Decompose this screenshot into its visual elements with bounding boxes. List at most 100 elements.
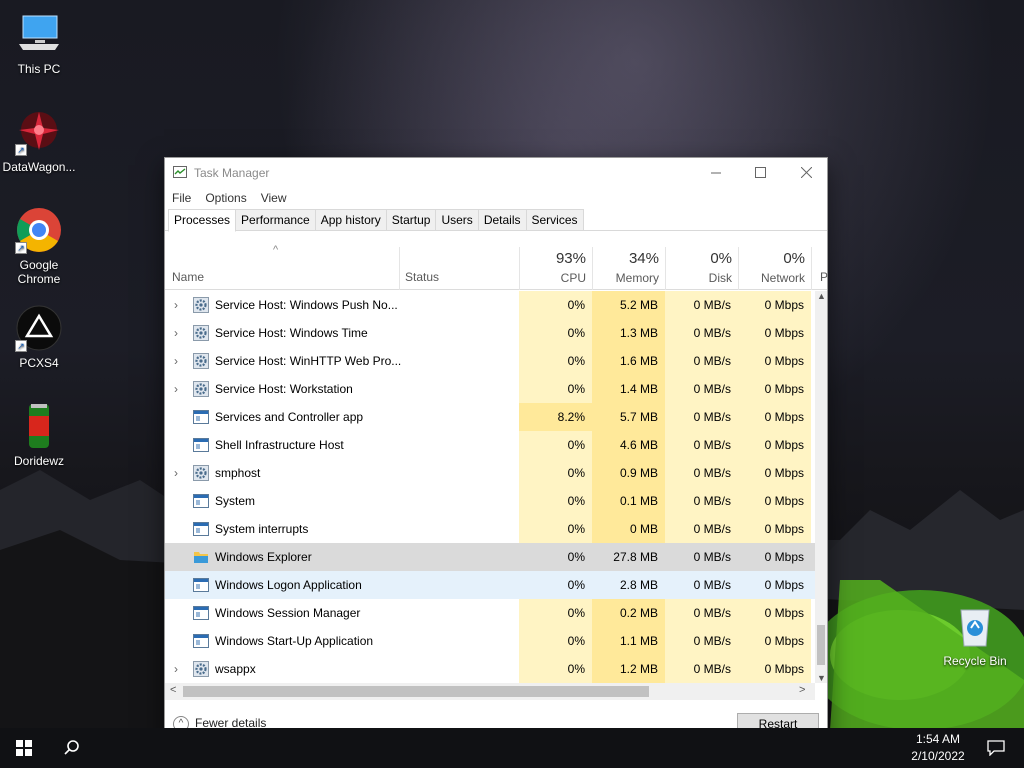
network-cell: 0 Mbps bbox=[738, 515, 811, 543]
process-name: Windows Start-Up Application bbox=[215, 634, 374, 648]
mountain-dew-icon bbox=[15, 402, 63, 450]
process-row[interactable]: Windows Start-Up Application 0% 1.1 MB 0 MB… bbox=[165, 627, 815, 655]
column-header-disk[interactable]: 0% Disk bbox=[665, 247, 738, 290]
disk-cell: 0 MB/s bbox=[665, 655, 738, 683]
memory-cell: 1.2 MB bbox=[592, 655, 665, 683]
column-header-power[interactable]: P bbox=[820, 270, 828, 284]
minimize-icon bbox=[711, 172, 721, 173]
process-name: Windows Logon Application bbox=[215, 578, 362, 592]
memory-label: Memory bbox=[615, 271, 659, 285]
pcxs4-icon: ↗ bbox=[15, 304, 63, 352]
task-manager-window[interactable]: Task Manager File Options View Processes… bbox=[164, 157, 828, 747]
process-row[interactable]: Windows Session Manager 0% 0.2 MB 0 MB/s 0 M… bbox=[165, 599, 815, 627]
memory-cell: 0.2 MB bbox=[592, 599, 665, 627]
network-total: 0% bbox=[783, 250, 805, 267]
desktop-icon-this-pc[interactable]: This PC bbox=[1, 10, 77, 76]
tab-details[interactable]: Details bbox=[477, 209, 527, 230]
expand-chevron-icon[interactable]: › bbox=[174, 291, 178, 319]
horizontal-scrollbar[interactable]: < > bbox=[165, 683, 815, 700]
network-cell: 0 Mbps bbox=[738, 431, 811, 459]
window-app-icon bbox=[193, 409, 209, 425]
column-header-name[interactable]: Name bbox=[172, 270, 204, 284]
search-button[interactable] bbox=[48, 728, 96, 768]
tab-performance[interactable]: Performance bbox=[235, 209, 316, 230]
disk-cell: 0 MB/s bbox=[665, 347, 738, 375]
scroll-down-icon: ▼ bbox=[817, 673, 826, 683]
process-row[interactable]: › smphost 0% 0.9 MB 0 MB/s 0 Mbps bbox=[165, 459, 815, 487]
tab-processes[interactable]: Processes bbox=[168, 209, 237, 232]
column-header-network[interactable]: 0% Network bbox=[738, 247, 811, 290]
vertical-scrollbar[interactable]: ▲ ▼ bbox=[815, 291, 827, 683]
network-cell: 0 Mbps bbox=[738, 291, 811, 319]
cpu-cell: 0% bbox=[567, 550, 585, 564]
process-list: › Service Host: Windows Push No... 0% 5.2 M… bbox=[165, 291, 815, 683]
disk-cell: 0 MB/s bbox=[693, 550, 731, 564]
process-row[interactable]: › Service Host: Windows Time 0% 1.3 MB 0 MB/… bbox=[165, 319, 815, 347]
desktop-icon-recycle-bin[interactable]: Recycle Bin bbox=[937, 602, 1013, 668]
process-row[interactable]: Windows Explorer 0% 27.8 MB 0 MB/s 0 Mbps bbox=[165, 543, 815, 571]
action-center-button[interactable] bbox=[976, 728, 1016, 768]
memory-cell: 1.6 MB bbox=[592, 347, 665, 375]
title-bar[interactable]: Task Manager bbox=[165, 158, 827, 187]
desktop-icon-label: Recycle Bin bbox=[943, 654, 1007, 668]
vertical-scroll-thumb[interactable] bbox=[817, 625, 825, 665]
cpu-cell: 0% bbox=[519, 655, 592, 683]
window-app-icon bbox=[193, 493, 209, 509]
process-row[interactable]: › Service Host: Windows Push No... 0% 5.2 M… bbox=[165, 291, 815, 319]
tab-app-history[interactable]: App history bbox=[314, 209, 387, 230]
process-row[interactable]: Shell Infrastructure Host 0% 4.6 MB 0 MB/s 0… bbox=[165, 431, 815, 459]
tab-startup[interactable]: Startup bbox=[385, 209, 437, 230]
process-row[interactable]: System 0% 0.1 MB 0 MB/s 0 Mbps bbox=[165, 487, 815, 515]
process-name: Service Host: Workstation bbox=[215, 382, 353, 396]
expand-chevron-icon[interactable]: › bbox=[174, 459, 178, 487]
tab-users[interactable]: Users bbox=[435, 209, 479, 230]
desktop-icon-label: This PC bbox=[17, 62, 61, 76]
desktop-icon-datawagon[interactable]: ↗ DataWagon... bbox=[1, 108, 77, 174]
disk-cell: 0 MB/s bbox=[665, 515, 738, 543]
column-header-cpu[interactable]: 93% CPU bbox=[519, 247, 592, 290]
cpu-cell: 0% bbox=[519, 599, 592, 627]
desktop-icon-pcxs4[interactable]: ↗ PCXS4 bbox=[1, 304, 77, 370]
minimize-button[interactable] bbox=[693, 158, 739, 187]
disk-label: Disk bbox=[708, 271, 732, 285]
network-cell: 0 Mbps bbox=[738, 403, 811, 431]
desktop-icon-chrome[interactable]: ↗ Google Chrome bbox=[1, 206, 77, 286]
process-row[interactable]: System interrupts 0% 0 MB 0 MB/s 0 Mbps bbox=[165, 515, 815, 543]
desktop-icon-doridewz[interactable]: Doridewz bbox=[1, 402, 77, 468]
expand-chevron-icon[interactable]: › bbox=[174, 375, 178, 403]
expand-chevron-icon[interactable]: › bbox=[174, 655, 178, 683]
process-name: Service Host: Windows Push No... bbox=[215, 298, 398, 312]
close-button[interactable] bbox=[783, 158, 829, 187]
network-cell: 0 Mbps bbox=[738, 627, 811, 655]
expand-chevron-icon[interactable]: › bbox=[174, 347, 178, 375]
process-row[interactable]: › wsappx 0% 1.2 MB 0 MB/s 0 Mbps bbox=[165, 655, 815, 683]
network-cell: 0 Mbps bbox=[738, 655, 811, 683]
process-row[interactable]: › Service Host: Workstation 0% 1.4 MB 0 MB/s… bbox=[165, 375, 815, 403]
window-app-icon bbox=[193, 437, 209, 453]
process-row[interactable]: Windows Logon Application 0% 2.8 MB 0 MB/s 0… bbox=[165, 571, 815, 599]
process-row[interactable]: › Service Host: WinHTTP Web Pro... 0% 1.6 M… bbox=[165, 347, 815, 375]
maximize-button[interactable] bbox=[737, 158, 783, 187]
column-header-memory[interactable]: 34% Memory bbox=[592, 247, 665, 290]
menu-file[interactable]: File bbox=[172, 191, 191, 205]
start-button[interactable] bbox=[0, 728, 48, 768]
process-name: Service Host: Windows Time bbox=[215, 326, 368, 340]
network-cell: 0 Mbps bbox=[738, 459, 811, 487]
process-name: Shell Infrastructure Host bbox=[215, 438, 344, 452]
horizontal-scroll-thumb[interactable] bbox=[183, 686, 649, 697]
desktop-icon-label: Google Chrome bbox=[17, 258, 61, 286]
process-name: Windows Session Manager bbox=[215, 606, 361, 620]
datawagon-icon: ↗ bbox=[15, 108, 63, 156]
memory-cell: 1.1 MB bbox=[592, 627, 665, 655]
expand-chevron-icon[interactable]: › bbox=[174, 319, 178, 347]
desktop-icon-label: PCXS4 bbox=[19, 356, 59, 370]
system-clock[interactable]: 1:54 AM 2/10/2022 bbox=[890, 731, 986, 765]
close-icon bbox=[800, 167, 812, 178]
notification-icon bbox=[987, 740, 1005, 756]
menu-options[interactable]: Options bbox=[205, 191, 246, 205]
menu-view[interactable]: View bbox=[261, 191, 287, 205]
tab-services[interactable]: Services bbox=[525, 209, 584, 230]
column-header-status[interactable]: Status bbox=[405, 270, 439, 284]
cpu-cell: 0% bbox=[519, 627, 592, 655]
process-row[interactable]: Services and Controller app 8.2% 5.7 MB 0 M… bbox=[165, 403, 815, 431]
